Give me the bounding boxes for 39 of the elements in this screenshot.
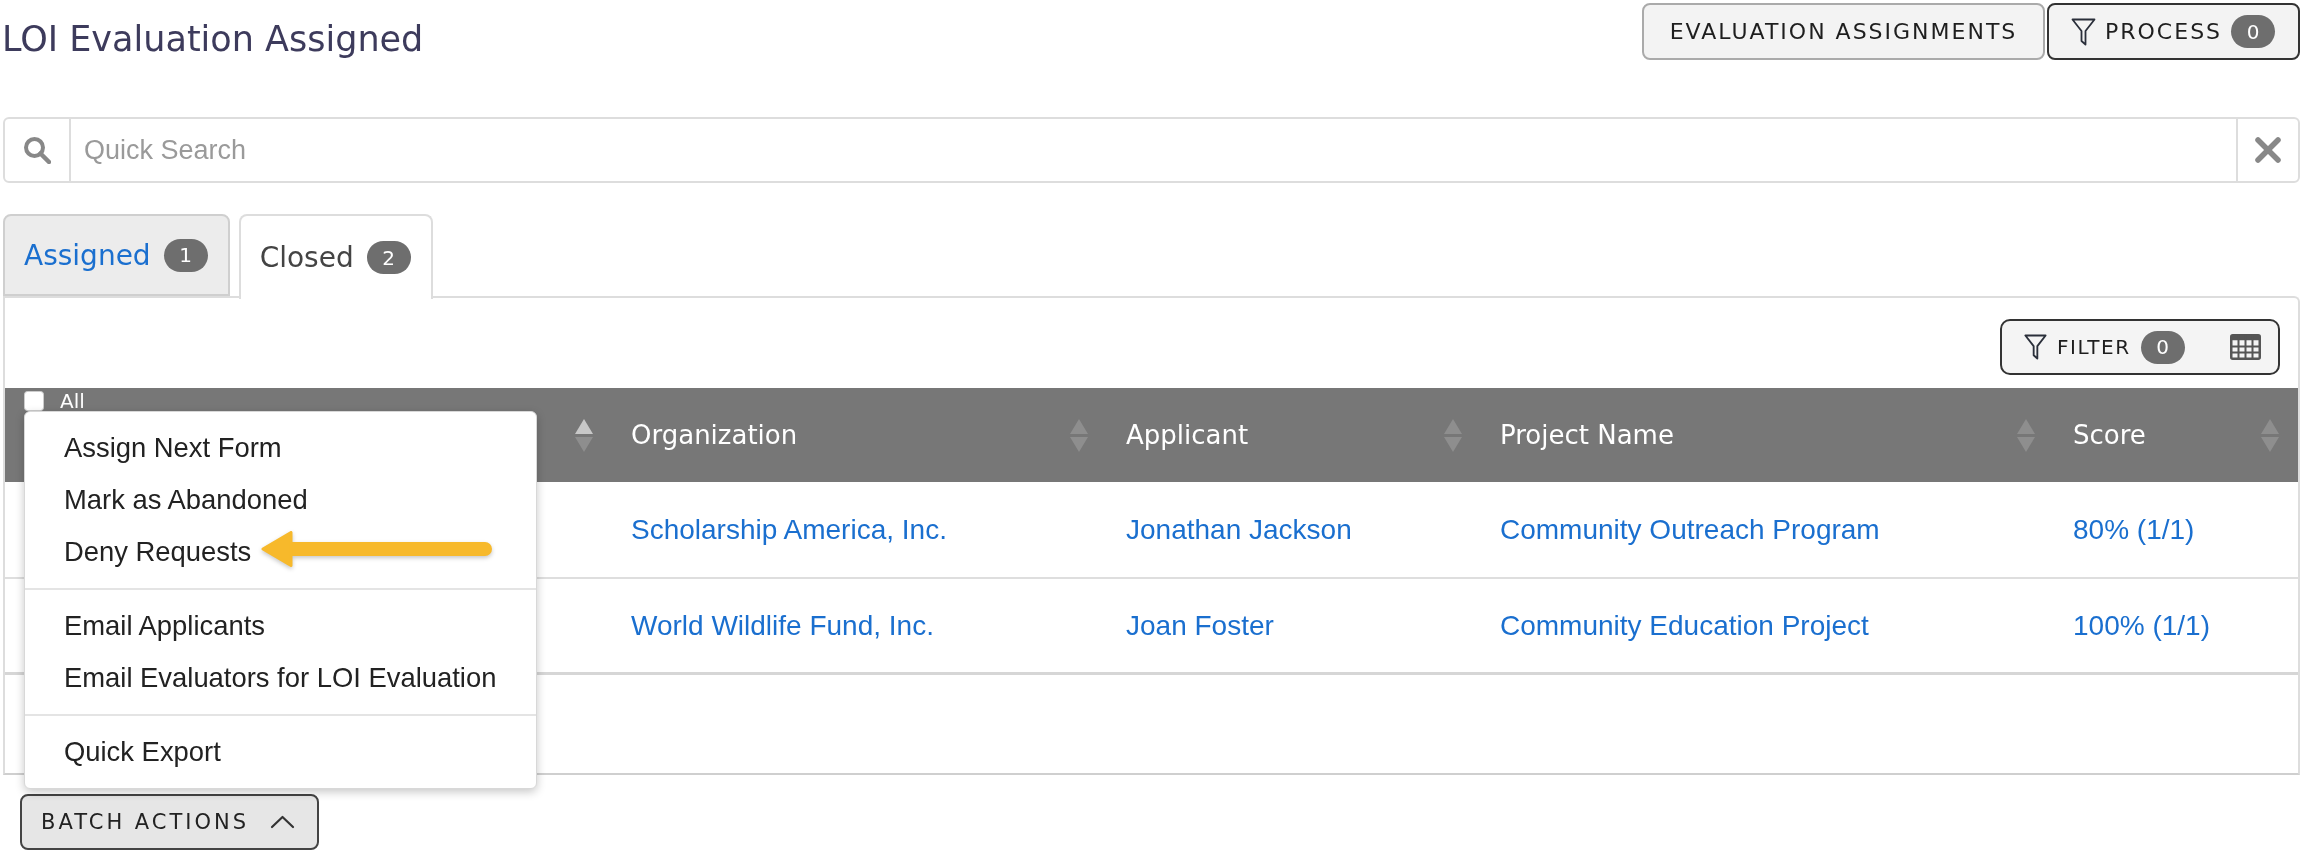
- process-button[interactable]: PROCESS 0: [2047, 3, 2300, 60]
- count-badge: 1: [163, 238, 208, 272]
- score-link[interactable]: 80% (1/1): [2073, 513, 2195, 546]
- column-header[interactable]: Score: [2073, 420, 2146, 450]
- tab[interactable]: Assigned 1: [3, 214, 230, 296]
- applicant-link[interactable]: Jonathan Jackson: [1126, 513, 1352, 546]
- column-header[interactable]: Organization: [631, 420, 798, 450]
- organization-link[interactable]: World Wildlife Fund, Inc.: [631, 609, 934, 642]
- menu-item[interactable]: Deny Requests: [25, 526, 536, 578]
- caret-icon: [270, 815, 296, 829]
- page-title: LOI Evaluation Assigned: [2, 18, 424, 60]
- funnel-icon: [2024, 334, 2047, 360]
- menu-item[interactable]: Email Applicants: [25, 600, 536, 652]
- organization-link[interactable]: Scholarship America, Inc.: [631, 513, 947, 546]
- menu-item[interactable]: Mark as Abandoned: [25, 474, 536, 526]
- funnel-icon: [2071, 17, 2096, 46]
- menu-item[interactable]: Assign Next Form: [25, 422, 536, 474]
- evaluation-assignments-button[interactable]: EVALUATION ASSIGNMENTS: [1642, 3, 2045, 60]
- menu-item[interactable]: Email Evaluators for LOI Evaluation: [25, 652, 536, 704]
- tab[interactable]: Closed 2: [238, 214, 433, 299]
- applicant-link[interactable]: Joan Foster: [1126, 609, 1274, 642]
- column-header[interactable]: Applicant: [1126, 420, 1249, 450]
- count-badge: 0: [2231, 15, 2276, 48]
- batch-actions-button[interactable]: BATCH ACTIONS: [20, 794, 319, 850]
- sort-icon[interactable]: [575, 418, 593, 452]
- count-badge: 0: [2140, 330, 2185, 364]
- project-name-link[interactable]: Community Outreach Program: [1500, 513, 1880, 546]
- column-header[interactable]: Project Name: [1500, 420, 1674, 450]
- table-grid-icon: [2230, 334, 2261, 360]
- menu-item[interactable]: Quick Export: [25, 726, 536, 778]
- filter-button[interactable]: FILTER 0: [2024, 330, 2185, 364]
- project-name-link[interactable]: Community Education Project: [1500, 609, 1869, 642]
- checkbox-icon[interactable]: [24, 391, 44, 411]
- score-link[interactable]: 100% (1/1): [2073, 609, 2210, 642]
- close-icon: [2255, 137, 2281, 163]
- search-icon: [23, 136, 51, 164]
- select-all-label: All: [60, 390, 85, 412]
- count-badge: 2: [366, 241, 411, 274]
- columns-button[interactable]: [2230, 334, 2261, 360]
